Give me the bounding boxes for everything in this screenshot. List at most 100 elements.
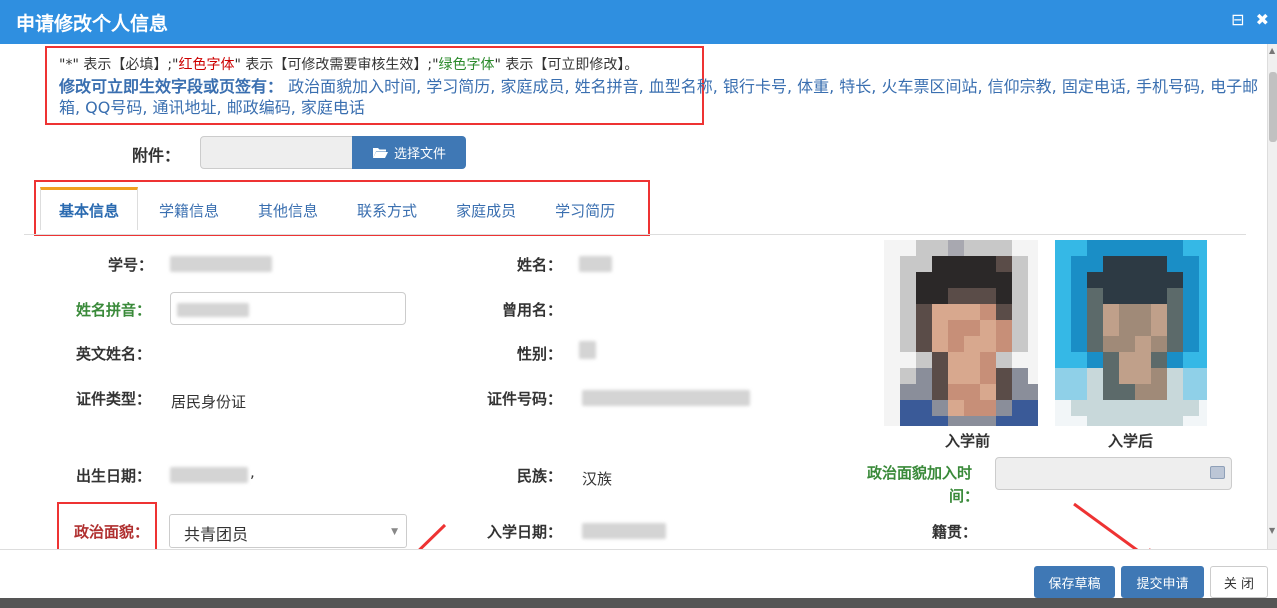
photo-pixel: [948, 304, 964, 320]
photo-pixel: [1087, 368, 1103, 384]
photo-pixel: [884, 368, 900, 384]
photo-pixel: [1028, 416, 1038, 426]
photo-pixel: [1087, 240, 1103, 256]
submit-button[interactable]: 提交申请: [1121, 566, 1204, 598]
photo-pixel: [900, 336, 916, 352]
gender-label: 性别：: [517, 345, 563, 363]
photo-pixel: [1103, 416, 1119, 426]
tab-enrollment-info[interactable]: 学籍信息: [141, 187, 237, 230]
photo-pixel: [980, 400, 996, 416]
photo-pixel: [900, 320, 916, 336]
photo-pixel: [1055, 336, 1071, 352]
photo-pixel: [884, 384, 900, 400]
photo-pixel: [1012, 336, 1028, 352]
photo-pixel: [948, 416, 964, 426]
photo-pixel: [996, 272, 1012, 288]
join-time-date-input[interactable]: [995, 457, 1232, 490]
photo-pixel: [884, 304, 900, 320]
photo-pixel: [1183, 368, 1199, 384]
photo-pixel: [1071, 256, 1087, 272]
photo-pixel: [1103, 272, 1119, 288]
photo-pixel: [964, 400, 980, 416]
photo-pixel: [1183, 320, 1199, 336]
photo-pixel: [1151, 240, 1167, 256]
photo-pixel: [1028, 240, 1038, 256]
photo-pixel: [1135, 320, 1151, 336]
photo-pixel: [900, 304, 916, 320]
photo-pixel: [996, 240, 1012, 256]
photo-pixel: [996, 336, 1012, 352]
photo-pixel: [996, 384, 1012, 400]
photo-pixel: [1151, 256, 1167, 272]
title-bar: 申请修改个人信息 ⊟ ✖: [0, 0, 1277, 44]
photo-pixel: [1167, 272, 1183, 288]
photo-pixel: [1087, 320, 1103, 336]
photo-pixel: [884, 272, 900, 288]
photo-pixel: [948, 352, 964, 368]
photo-pixel: [1199, 384, 1207, 400]
photo-pixel: [1103, 304, 1119, 320]
photo-pixel: [1028, 288, 1038, 304]
photo-pixel: [948, 400, 964, 416]
pinyin-input[interactable]: [170, 292, 406, 325]
photo-pixel: [1199, 368, 1207, 384]
photo-pixel: [1119, 288, 1135, 304]
political-status-select[interactable]: 共青团员 ▼: [169, 514, 407, 548]
photo-pixel: [1012, 368, 1028, 384]
photo-pixel: [964, 288, 980, 304]
dialog-title: 申请修改个人信息: [16, 13, 169, 35]
photo-pixel: [980, 304, 996, 320]
close-button[interactable]: 关 闭: [1210, 566, 1268, 598]
photo-pixel: [932, 320, 948, 336]
photo-pixel: [932, 336, 948, 352]
photo-pixel: [1151, 336, 1167, 352]
photo-pixel: [996, 288, 1012, 304]
photo-pixel: [1012, 240, 1028, 256]
choose-file-button[interactable]: 选择文件: [352, 136, 466, 169]
photo-after-caption: 入学后: [1108, 432, 1154, 450]
photo-pixel: [916, 256, 932, 272]
photo-pixel: [948, 240, 964, 256]
photo-pixel: [1103, 400, 1119, 416]
photo-pixel: [1119, 400, 1135, 416]
photo-pixel: [1087, 256, 1103, 272]
calendar-icon[interactable]: [1210, 466, 1225, 479]
photo-pixel: [1087, 336, 1103, 352]
photo-pixel: [1183, 384, 1199, 400]
save-draft-button[interactable]: 保存草稿: [1034, 566, 1115, 598]
photo-pixel: [916, 352, 932, 368]
photo-pixel: [1135, 336, 1151, 352]
close-icon[interactable]: ✖: [1256, 10, 1269, 29]
photo-pixel: [1119, 240, 1135, 256]
photo-before-caption: 入学前: [945, 432, 991, 450]
scroll-down-icon[interactable]: ▼: [1269, 526, 1275, 535]
photo-pixel: [1028, 400, 1038, 416]
photo-pixel: [996, 368, 1012, 384]
tab-family[interactable]: 家庭成员: [438, 187, 534, 230]
scroll-thumb[interactable]: [1269, 72, 1277, 142]
tab-other-info[interactable]: 其他信息: [240, 187, 336, 230]
photo-pixel: [932, 240, 948, 256]
photo-pixel: [1087, 272, 1103, 288]
tab-contact[interactable]: 联系方式: [339, 187, 435, 230]
photo-pixel: [884, 256, 900, 272]
photo-pixel: [884, 288, 900, 304]
scrollbar[interactable]: ▲ ▼: [1267, 44, 1277, 549]
photo-pixel: [932, 416, 948, 426]
photo-pixel: [900, 288, 916, 304]
photo-pixel: [916, 240, 932, 256]
photo-pixel: [1183, 336, 1199, 352]
tab-basic-info[interactable]: 基本信息: [40, 187, 139, 230]
restore-icon[interactable]: ⊟: [1231, 10, 1244, 29]
attachment-field[interactable]: [200, 136, 353, 169]
photo-pixel: [1119, 304, 1135, 320]
photo-pixel: [1183, 272, 1199, 288]
scroll-up-icon[interactable]: ▲: [1269, 46, 1275, 55]
gender-value: [579, 341, 596, 359]
photo-pixel: [1012, 320, 1028, 336]
attachment-label: 附件：: [132, 146, 181, 165]
enroll-date-value: [582, 523, 666, 539]
tab-study-history[interactable]: 学习简历: [537, 187, 633, 230]
notice-legend: "*" 表示【必填】;"红色字体" 表示【可修改需要审核生效】;"绿色字体" 表…: [59, 57, 639, 73]
photo-pixel: [964, 240, 980, 256]
